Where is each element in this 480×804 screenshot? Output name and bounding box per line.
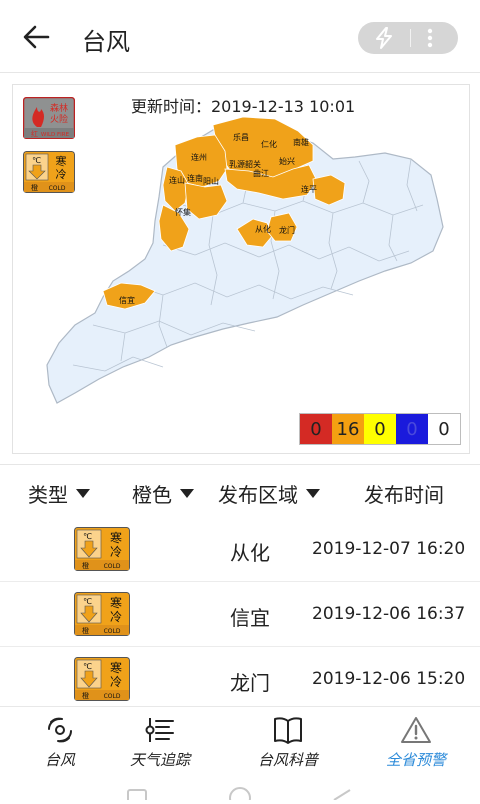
- place-label-longmen: 龙门: [279, 225, 295, 235]
- warning-level-legend: 0 16 0 0 0: [299, 413, 461, 445]
- svg-text:COLD: COLD: [104, 563, 121, 570]
- system-square-button[interactable]: [127, 789, 147, 804]
- row-area: 信宜: [230, 606, 270, 630]
- svg-text:森林: 森林: [50, 102, 68, 114]
- nav-province-warning[interactable]: 全省预警: [356, 707, 476, 779]
- place-label-huaiji: 怀集: [175, 207, 191, 217]
- row-time: 2019-12-06 15:20: [312, 669, 466, 689]
- system-navigation-bar: [0, 778, 480, 804]
- svg-text:℃: ℃: [83, 532, 92, 541]
- nav-typhoon-science[interactable]: 台风科普: [228, 707, 348, 779]
- place-label-renhua: 仁化: [261, 139, 277, 149]
- place-label-lechang: 乐昌: [233, 132, 249, 142]
- place-label-nanxiong: 南雄: [293, 137, 309, 147]
- place-label-qujiang: 曲江: [253, 168, 269, 178]
- svg-text:℃: ℃: [32, 156, 41, 165]
- filter-type[interactable]: 类型: [28, 479, 90, 508]
- forest-fire-warning-badge[interactable]: 森林 火险 红 WILD FIRE: [23, 97, 75, 139]
- bottom-navigation: 台风 天气追踪 台风科普 全省预警: [0, 706, 480, 779]
- column-publish-time: 发布时间: [364, 479, 444, 508]
- dropdown-arrow-icon: [76, 489, 90, 498]
- nav-province-warning-label: 全省预警: [385, 751, 446, 769]
- column-publish-time-label: 发布时间: [364, 483, 444, 507]
- dropdown-arrow-icon: [180, 489, 194, 498]
- place-label-lianzhou: 连州: [191, 152, 207, 162]
- nav-weather-tracking[interactable]: 天气追踪: [100, 707, 220, 779]
- system-home-button[interactable]: [229, 787, 251, 804]
- svg-text:橙: 橙: [82, 561, 89, 570]
- legend-red-count[interactable]: 0: [300, 414, 332, 444]
- svg-text:冷: 冷: [110, 610, 122, 624]
- place-label-conghua: 从化: [255, 224, 271, 234]
- guangdong-warning-map[interactable]: 乐昌 仁化 南雄 连州 乳源韶关 始兴 曲江 连山 连南 阳山 连平 怀集 从化…: [13, 85, 469, 453]
- place-label-yangshan: 阳山: [203, 176, 219, 186]
- table-row[interactable]: ℃ 寒 冷 橙 COLD 信宜 2019-12-06 16:37: [0, 582, 480, 647]
- warning-map-card: 乐昌 仁化 南雄 连州 乳源韶关 始兴 曲江 连山 连南 阳山 连平 怀集 从化…: [12, 84, 470, 454]
- svg-text:冷: 冷: [110, 545, 122, 559]
- svg-text:COLD: COLD: [104, 628, 121, 635]
- back-arrow-icon[interactable]: [20, 20, 54, 54]
- cold-warning-icon: ℃ 寒 冷 橙 COLD: [74, 657, 130, 701]
- warning-table-header: 类型 橙色 发布区域 发布时间: [0, 464, 480, 518]
- action-pill: [358, 22, 458, 54]
- svg-text:橙: 橙: [82, 626, 89, 635]
- tracking-list-icon: [145, 718, 174, 742]
- filter-color-label: 橙色: [132, 483, 172, 507]
- svg-text:WILD FIRE: WILD FIRE: [41, 132, 70, 138]
- legend-white-count[interactable]: 0: [428, 414, 460, 444]
- svg-text:火险: 火险: [50, 113, 68, 125]
- svg-text:寒: 寒: [110, 595, 122, 610]
- pill-divider: [410, 29, 411, 47]
- row-area: 龙门: [230, 671, 270, 695]
- svg-text:寒: 寒: [110, 660, 122, 675]
- filter-region[interactable]: 发布区域: [218, 479, 320, 508]
- place-label-lianping: 连平: [301, 184, 317, 194]
- update-time: 更新时间：2019-12-13 10:01: [131, 97, 356, 116]
- svg-text:橙: 橙: [31, 183, 38, 192]
- svg-text:COLD: COLD: [104, 693, 121, 700]
- nav-typhoon-science-label: 台风科普: [257, 751, 318, 769]
- legend-orange-count[interactable]: 16: [332, 414, 364, 444]
- more-options-icon[interactable]: [422, 27, 438, 49]
- row-area: 从化: [230, 541, 270, 565]
- cold-warning-icon: ℃ 寒 冷 橙 COLD: [74, 592, 130, 636]
- svg-text:寒: 寒: [110, 530, 122, 545]
- typhoon-icon: [48, 717, 72, 743]
- svg-text:℃: ℃: [83, 597, 92, 606]
- place-label-shixing: 始兴: [279, 156, 295, 166]
- svg-text:寒: 寒: [56, 154, 67, 168]
- svg-text:COLD: COLD: [49, 185, 66, 192]
- system-back-button[interactable]: [333, 789, 351, 801]
- legend-blue-count[interactable]: 0: [396, 414, 428, 444]
- svg-text:橙: 橙: [82, 691, 89, 700]
- row-time: 2019-12-07 16:20: [312, 539, 466, 559]
- place-label-lianshan: 连山: [169, 175, 185, 185]
- filter-type-label: 类型: [28, 483, 68, 507]
- page-title: 台风: [82, 28, 130, 56]
- book-icon: [274, 717, 302, 744]
- legend-yellow-count[interactable]: 0: [364, 414, 396, 444]
- filter-color[interactable]: 橙色: [132, 479, 194, 508]
- cold-warning-badge[interactable]: ℃ 寒 冷 橙 COLD: [23, 151, 75, 193]
- row-time: 2019-12-06 16:37: [312, 604, 466, 624]
- svg-text:红: 红: [31, 129, 38, 138]
- cold-warning-icon: ℃ 寒 冷 橙 COLD: [74, 527, 130, 571]
- flash-icon[interactable]: [372, 27, 396, 49]
- filter-region-label: 发布区域: [218, 483, 298, 507]
- place-label-xinyi: 信宜: [119, 295, 135, 305]
- dropdown-arrow-icon: [306, 489, 320, 498]
- svg-text:冷: 冷: [56, 168, 67, 181]
- place-label-liannan: 连南: [187, 173, 203, 183]
- table-row[interactable]: ℃ 寒 冷 橙 COLD 从化 2019-12-07 16:20: [0, 517, 480, 582]
- top-bar: 台风: [0, 0, 480, 73]
- table-row[interactable]: ℃ 寒 冷 橙 COLD 龙门 2019-12-06 15:20: [0, 647, 480, 705]
- nav-weather-tracking-label: 天气追踪: [129, 751, 190, 769]
- warning-icon: [401, 717, 431, 743]
- svg-text:℃: ℃: [83, 662, 92, 671]
- place-label-ruyuan-shaoguan: 乳源韶关: [229, 159, 261, 169]
- svg-text:冷: 冷: [110, 675, 122, 689]
